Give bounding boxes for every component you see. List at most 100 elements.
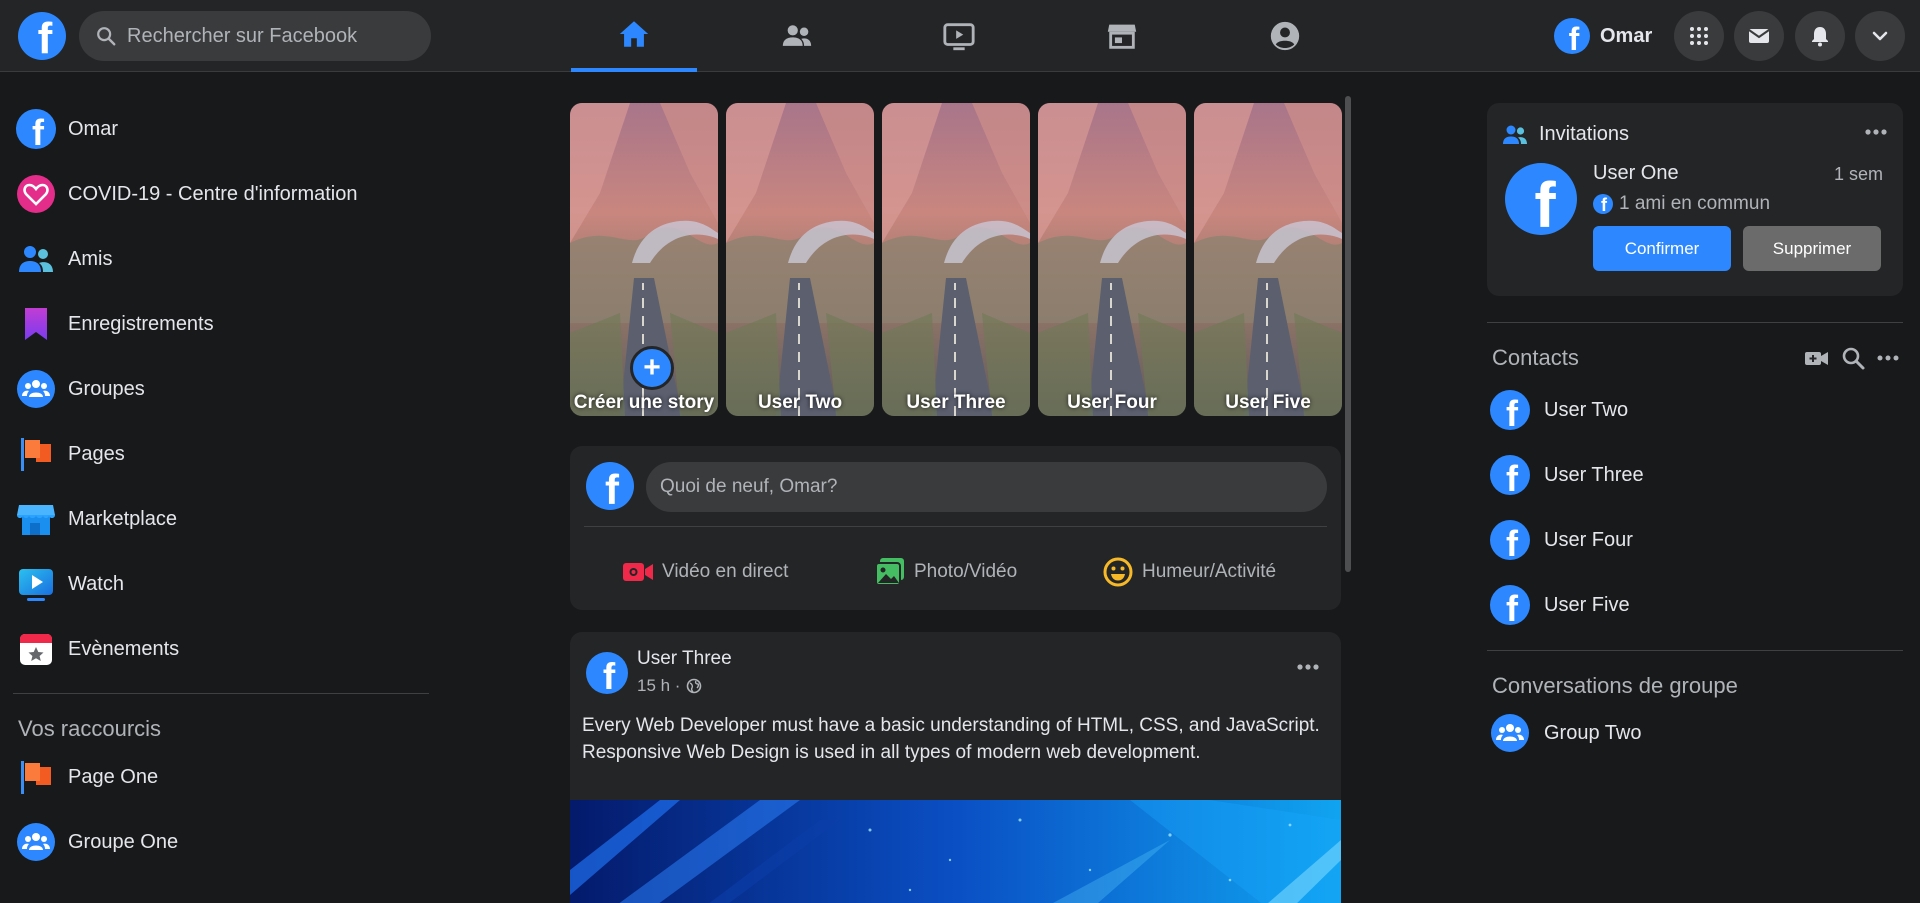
bookmark-icon (16, 304, 56, 344)
friends-icon (782, 25, 812, 46)
sidebar-item-profile[interactable]: f Omar (16, 103, 118, 155)
create-story-card[interactable]: + Créer une story (570, 103, 718, 416)
request-time: 1 sem (1833, 164, 1883, 184)
live-video-button[interactable]: Vidéo en direct (622, 552, 788, 592)
groups-icon (16, 369, 56, 409)
sidebar-item-friends[interactable]: Amis (16, 233, 112, 285)
story-card[interactable]: User Four (1038, 103, 1186, 416)
story-label: User Two (757, 392, 843, 413)
post-text-line: Every Web Developer must have a basic un… (582, 715, 1320, 736)
smiley-icon (1103, 557, 1133, 587)
delete-button[interactable]: Supprimer (1743, 226, 1881, 271)
contact-label: User Five (1544, 593, 1630, 616)
tab-groups[interactable] (1222, 0, 1348, 72)
avatar[interactable]: f (586, 652, 628, 694)
add-story-icon[interactable]: + (630, 346, 674, 390)
flag-icon (16, 757, 56, 797)
tab-watch[interactable] (896, 0, 1022, 72)
avatar[interactable]: f (1505, 163, 1577, 235)
photo-icon (875, 558, 904, 586)
store-icon (1107, 24, 1137, 49)
feed-post: f User Three 15 h · Every Web Developer … (570, 632, 1341, 903)
sidebar-item-covid[interactable]: COVID-19 - Centre d'information (16, 168, 357, 220)
sidebar-item-events[interactable]: Evènements (16, 623, 179, 675)
mutual-friends[interactable]: f 1 ami en commun (1593, 193, 1770, 215)
more-dots-icon (1297, 664, 1319, 670)
sidebar-item-label: Evènements (68, 637, 180, 660)
feeling-activity-button[interactable]: Humeur/Activité (1102, 552, 1276, 592)
group-conversations-title: Conversations de groupe (1492, 673, 1738, 698)
post-options-button[interactable] (1293, 652, 1323, 682)
menu-button[interactable] (1674, 11, 1724, 61)
post-image[interactable] (570, 800, 1341, 903)
contact-item[interactable]: f User Four (1490, 516, 1633, 564)
facebook-logo-icon[interactable]: f (18, 12, 66, 60)
photo-video-button[interactable]: Photo/Vidéo (874, 552, 1017, 592)
avatar[interactable]: f (586, 462, 634, 510)
watch-icon (943, 23, 975, 51)
search-box[interactable] (79, 11, 431, 61)
story-card[interactable]: User Two (726, 103, 874, 416)
sidebar-item-label: Enregistrements (68, 312, 214, 335)
group-conversation-item[interactable]: Group Two (1490, 709, 1641, 757)
story-card[interactable]: User Five (1194, 103, 1342, 416)
sidebar-item-label: Watch (68, 572, 124, 595)
calendar-icon (16, 629, 56, 669)
contact-item[interactable]: f User Two (1490, 386, 1628, 434)
right-divider (1487, 322, 1903, 323)
post-author[interactable]: User Three (637, 648, 732, 670)
sidebar-item-label: Pages (68, 442, 125, 465)
bell-icon (1812, 27, 1828, 47)
notifications-button[interactable] (1795, 11, 1845, 61)
contacts-title: Contacts (1492, 345, 1579, 370)
story-image (1038, 103, 1186, 416)
tab-home[interactable] (571, 0, 697, 72)
sidebar-item-groups[interactable]: Groupes (16, 363, 145, 415)
story-label: User Four (1067, 392, 1157, 413)
sidebar-item-pages[interactable]: Pages (16, 428, 125, 480)
post-timestamp[interactable]: 15 h · (637, 676, 702, 696)
grid-menu-icon (1690, 27, 1708, 45)
contact-item[interactable]: f User Three (1490, 451, 1644, 499)
right-divider (1487, 650, 1903, 651)
sidebar-item-saved[interactable]: Enregistrements (16, 298, 214, 350)
tab-marketplace[interactable] (1059, 0, 1185, 72)
sidebar-item-label: COVID-19 - Centre d'information (68, 182, 358, 205)
search-input[interactable] (127, 24, 417, 48)
sidebar-item-watch[interactable]: Watch (16, 558, 124, 610)
invitations-title: Invitations (1539, 123, 1630, 145)
sidebar-item-marketplace[interactable]: Marketplace (16, 493, 177, 545)
search-contacts-icon[interactable] (1839, 344, 1867, 372)
messenger-button[interactable] (1734, 11, 1784, 61)
friend-requests-card: Invitations f User One 1 sem f 1 ami en … (1487, 103, 1903, 296)
story-card[interactable]: User Three (882, 103, 1030, 416)
heart-icon (16, 174, 56, 214)
profile-name: Omar (1600, 24, 1653, 47)
flag-icon (16, 434, 56, 474)
avatar: f (1554, 18, 1590, 54)
avatar: f (1490, 520, 1530, 560)
request-user-name[interactable]: User One (1593, 162, 1679, 185)
story-image (1194, 103, 1342, 416)
live-video-label: Vidéo en direct (662, 561, 789, 582)
feed-scrollbar[interactable] (1345, 96, 1351, 572)
shortcuts-title: Vos raccourcis (18, 716, 162, 741)
tab-friends[interactable] (734, 0, 860, 72)
new-room-icon[interactable] (1803, 344, 1831, 372)
sidebar-item-label: Groupes (68, 377, 145, 400)
feeling-activity-label: Humeur/Activité (1142, 561, 1277, 582)
confirm-button[interactable]: Confirmer (1593, 226, 1731, 271)
contact-item[interactable]: f User Five (1490, 581, 1630, 629)
account-button[interactable] (1855, 11, 1905, 61)
shortcut-item-groupe-one[interactable]: Groupe One (16, 816, 178, 868)
post-time-text: 15 h · (637, 676, 681, 695)
invitations-options-button[interactable] (1861, 117, 1891, 147)
profile-chip[interactable]: f Omar (1554, 12, 1652, 60)
live-video-icon (623, 563, 653, 581)
more-dots-icon (1865, 129, 1887, 135)
mutual-friends-text: 1 ami en commun (1619, 193, 1771, 214)
mail-icon (1748, 29, 1770, 43)
shortcut-item-page-one[interactable]: Page One (16, 751, 158, 803)
composer-input[interactable]: Quoi de neuf, Omar? (646, 462, 1327, 512)
more-dots-icon[interactable] (1874, 344, 1902, 372)
